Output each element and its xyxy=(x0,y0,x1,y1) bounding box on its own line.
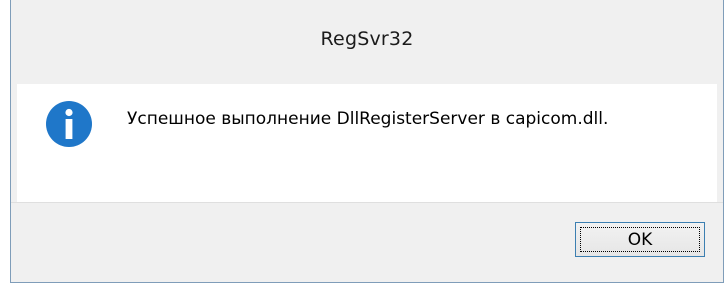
ok-button[interactable]: OK xyxy=(575,222,705,257)
title-bar[interactable]: RegSvr32 xyxy=(11,0,723,84)
ok-button-label: OK xyxy=(580,227,700,252)
message-box-dialog: RegSvr32 Успешное выполнение DllRegister… xyxy=(10,0,724,283)
message-area: Успешное выполнение DllRegisterServer в … xyxy=(17,84,717,202)
window-title: RegSvr32 xyxy=(320,28,414,50)
button-bar: OK xyxy=(11,202,723,282)
info-icon xyxy=(46,101,92,147)
message-text: Успешное выполнение DllRegisterServer в … xyxy=(127,109,609,129)
